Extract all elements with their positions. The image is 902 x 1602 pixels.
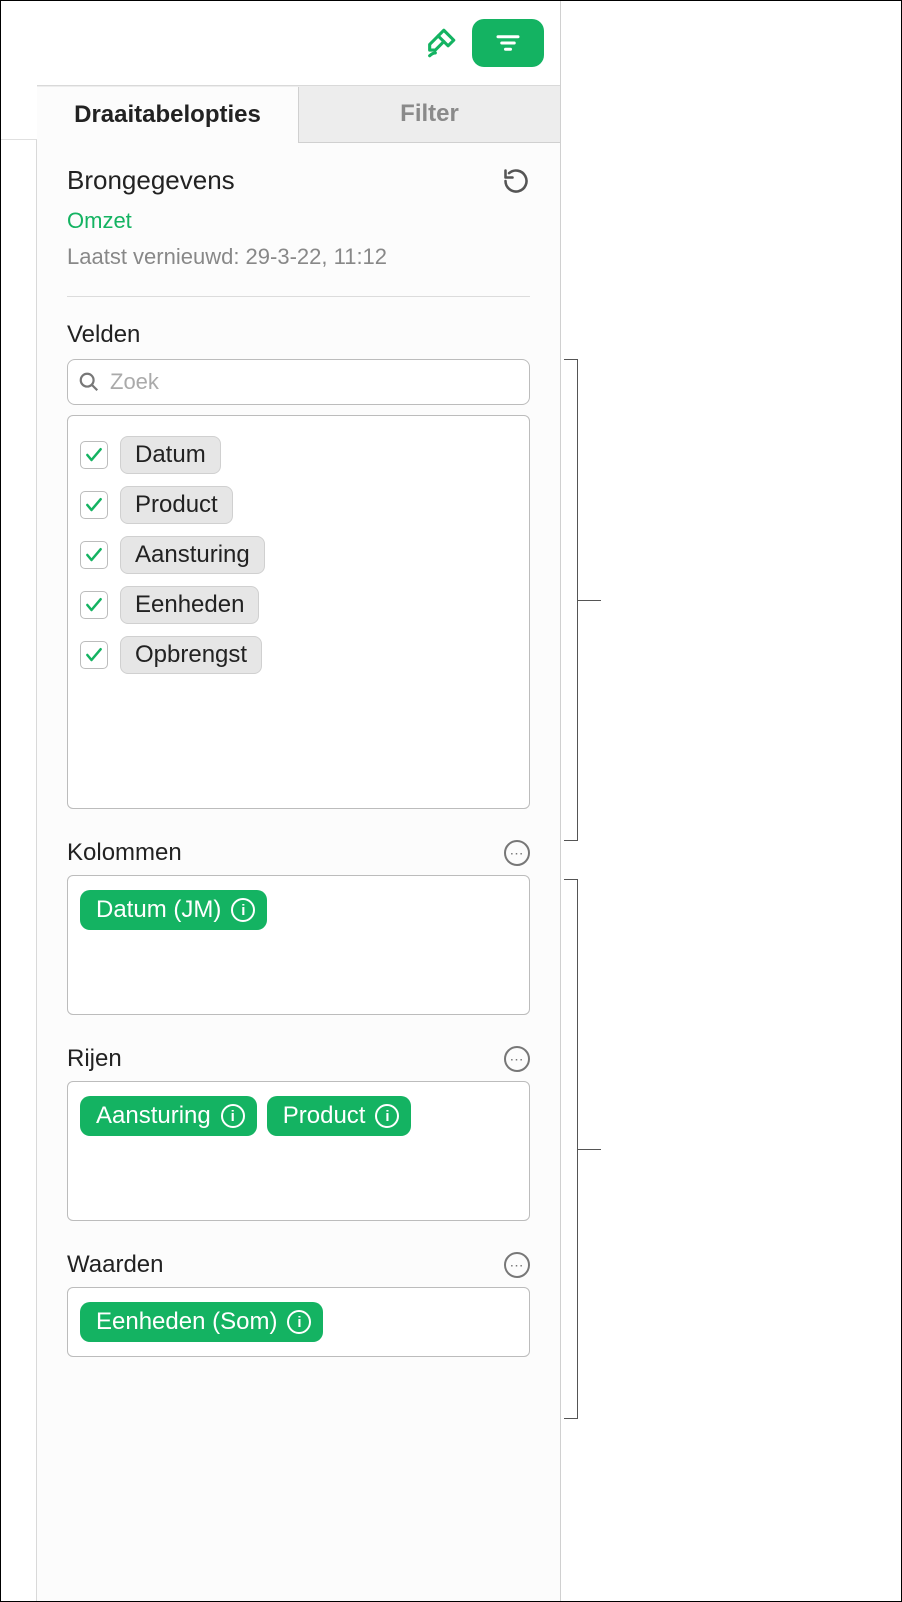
values-label: Waarden — [67, 1251, 164, 1279]
panel-toolbar — [37, 1, 560, 85]
chip-label: Aansturing — [96, 1102, 211, 1130]
field-chip[interactable]: Opbrengst — [120, 636, 262, 674]
chip-label: Datum (JM) — [96, 896, 221, 924]
columns-more-icon[interactable]: ⋯ — [504, 840, 530, 866]
checkbox-icon[interactable] — [80, 541, 108, 569]
rows-more-icon[interactable]: ⋯ — [504, 1046, 530, 1072]
row-chip[interactable]: Product i — [267, 1096, 412, 1136]
tab-pivot-options[interactable]: Draaitabelopties — [37, 87, 299, 143]
column-chip[interactable]: Datum (JM) i — [80, 890, 267, 930]
callout-bracket-zones — [564, 879, 578, 1419]
chip-label: Product — [283, 1102, 366, 1130]
field-chip[interactable]: Aansturing — [120, 536, 265, 574]
field-row[interactable]: Aansturing — [80, 530, 517, 580]
columns-label: Kolommen — [67, 839, 182, 867]
organize-button[interactable] — [472, 19, 544, 67]
fields-search-input[interactable] — [110, 369, 519, 395]
values-zone[interactable]: Eenheden (Som) i — [67, 1287, 530, 1357]
value-chip[interactable]: Eenheden (Som) i — [80, 1302, 323, 1342]
source-table-link[interactable]: Omzet — [67, 208, 132, 234]
columns-zone[interactable]: Datum (JM) i — [67, 875, 530, 1015]
field-row[interactable]: Product — [80, 480, 517, 530]
rows-label: Rijen — [67, 1045, 122, 1073]
panel-tabs: Draaitabelopties Filter — [37, 85, 560, 143]
checkbox-icon[interactable] — [80, 641, 108, 669]
search-icon — [78, 371, 100, 393]
format-brush-icon[interactable] — [424, 26, 458, 60]
values-more-icon[interactable]: ⋯ — [504, 1252, 530, 1278]
divider — [67, 296, 530, 297]
field-row[interactable]: Opbrengst — [80, 630, 517, 680]
info-icon[interactable]: i — [287, 1310, 311, 1334]
field-chip[interactable]: Datum — [120, 436, 221, 474]
field-row[interactable]: Datum — [80, 430, 517, 480]
rows-zone[interactable]: Aansturing i Product i — [67, 1081, 530, 1221]
row-chip[interactable]: Aansturing i — [80, 1096, 257, 1136]
info-icon[interactable]: i — [231, 898, 255, 922]
field-row[interactable]: Eenheden — [80, 580, 517, 630]
fields-label: Velden — [67, 321, 530, 349]
tab-filter[interactable]: Filter — [299, 86, 560, 142]
checkbox-icon[interactable] — [80, 441, 108, 469]
sheet-edge — [1, 139, 37, 1601]
last-refresh-text: Laatst vernieuwd: 29-3-22, 11:12 — [67, 244, 387, 270]
checkbox-icon[interactable] — [80, 591, 108, 619]
checkbox-icon[interactable] — [80, 491, 108, 519]
info-icon[interactable]: i — [221, 1104, 245, 1128]
info-icon[interactable]: i — [375, 1104, 399, 1128]
pivot-options-panel: Draaitabelopties Filter Brongegevens Omz… — [37, 1, 561, 1601]
field-chip[interactable]: Eenheden — [120, 586, 259, 624]
source-heading: Brongegevens — [67, 165, 387, 196]
refresh-icon[interactable] — [502, 167, 530, 200]
fields-search[interactable] — [67, 359, 530, 405]
fields-list: Datum Product Aansturing Eenheden Opbren… — [67, 415, 530, 809]
callout-bracket-fields — [564, 359, 578, 841]
field-chip[interactable]: Product — [120, 486, 233, 524]
chip-label: Eenheden (Som) — [96, 1308, 277, 1336]
